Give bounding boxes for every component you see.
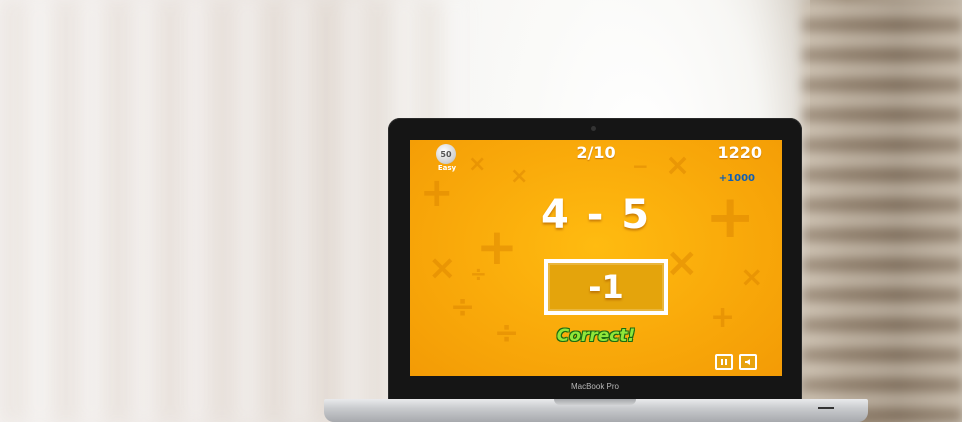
blurred-bookshelf-right bbox=[802, 0, 962, 422]
bg-times-symbol: × bbox=[740, 260, 764, 293]
bonus-points: +1000 bbox=[718, 173, 755, 184]
difficulty-label: Easy bbox=[437, 164, 457, 172]
opening-notch bbox=[554, 399, 636, 405]
pause-icon bbox=[721, 359, 727, 365]
pause-button[interactable] bbox=[715, 354, 733, 370]
bg-times-symbol: × bbox=[665, 240, 699, 286]
bg-times-symbol: × bbox=[510, 164, 529, 189]
camera bbox=[591, 126, 596, 131]
sound-icon bbox=[744, 359, 750, 365]
math-question: 4 - 5 bbox=[540, 192, 652, 238]
score: 1220 bbox=[717, 143, 762, 162]
laptop-lid: + × × × + + × × × ÷ ÷ + ÷ − 50 Easy 2/10… bbox=[388, 118, 802, 400]
laptop-brand-label: MacBook Pro bbox=[570, 382, 620, 391]
bg-times-symbol: × bbox=[428, 248, 457, 288]
game-screen: + × × × + + × × × ÷ ÷ + ÷ − 50 Easy 2/10… bbox=[410, 140, 782, 376]
answer-box[interactable]: -1 bbox=[544, 259, 668, 315]
sound-button[interactable] bbox=[739, 354, 757, 370]
answer-value: -1 bbox=[588, 268, 624, 306]
bg-divide-symbol: ÷ bbox=[470, 262, 487, 286]
sleep-indicator bbox=[818, 407, 834, 409]
laptop-base bbox=[324, 399, 868, 422]
bg-divide-symbol: ÷ bbox=[450, 290, 476, 325]
feedback-message: Correct! bbox=[556, 326, 636, 346]
